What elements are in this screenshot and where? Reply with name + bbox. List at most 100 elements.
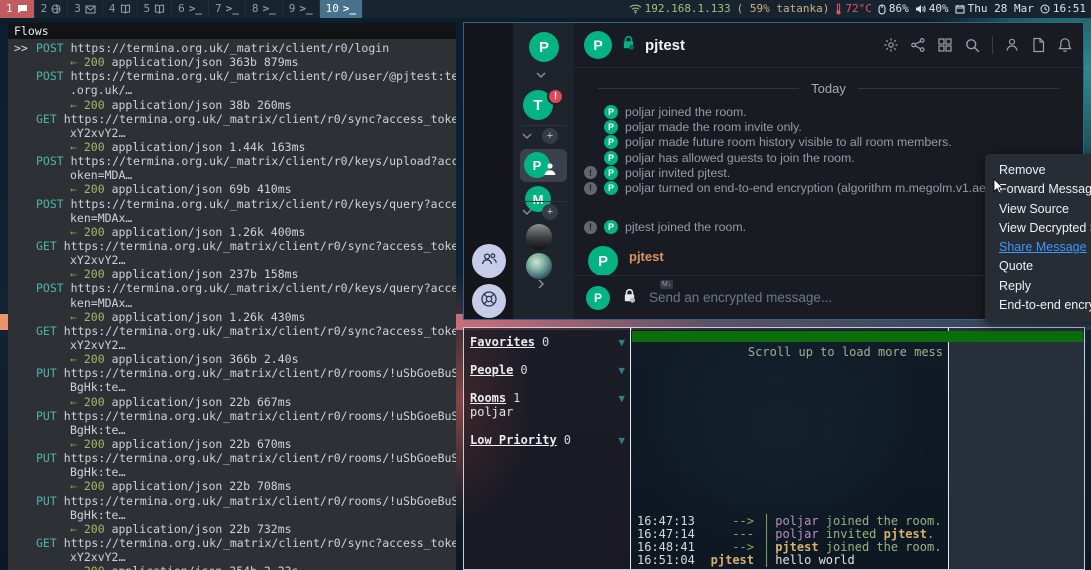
timeline-event[interactable]: Ppoljar made the room invite only.: [574, 119, 1083, 134]
response-status: 200: [84, 98, 105, 112]
event-avatar: P: [604, 120, 618, 134]
flow-row[interactable]: POST https://termina.org.uk/_matrix/clie…: [8, 197, 456, 211]
workspace-button-10[interactable]: 10>_: [320, 0, 364, 18]
chevron-down-icon[interactable]: [535, 71, 547, 79]
section-collapse-icon[interactable]: ▼: [618, 392, 625, 405]
apps-grid-icon[interactable]: [937, 37, 953, 53]
flow-row[interactable]: POST https://termina.org.uk/_matrix/clie…: [8, 281, 456, 295]
workspace-button-6[interactable]: 6>_: [172, 0, 209, 18]
speaker-icon: [915, 4, 926, 14]
room-section-header[interactable]: Rooms1▼: [470, 392, 625, 405]
menu-item-view-source[interactable]: View Source: [985, 200, 1091, 219]
chevron-right-icon[interactable]: [537, 278, 545, 290]
event-avatar: P: [604, 151, 618, 165]
flow-url: https://termina.org.uk/_matrix/client/r0…: [57, 536, 456, 550]
add-room-button[interactable]: +: [542, 128, 558, 144]
log-prefix: pjtest: [698, 554, 754, 567]
workspace-button-7[interactable]: 7>_: [209, 0, 246, 18]
chevron-down-icon[interactable]: [521, 132, 533, 140]
response-status: 200: [84, 310, 105, 324]
workspace-button-1[interactable]: 1: [0, 0, 35, 18]
section-collapse-icon[interactable]: ▼: [618, 336, 625, 349]
flow-row[interactable]: PUT https://termina.org.uk/_matrix/clien…: [8, 494, 456, 508]
room-header-avatar[interactable]: P: [584, 31, 612, 59]
room-section-header[interactable]: Low Priority0▼: [470, 434, 625, 447]
flow-row[interactable]: POST https://termina.org.uk/_matrix/clie…: [8, 69, 456, 83]
flow-response: ← 200 application/json 366b 2.40s: [8, 352, 456, 366]
status-segment: 72°C: [835, 0, 872, 18]
flow-url-continued: .org.uk/…: [8, 83, 456, 97]
menu-item-reply[interactable]: Reply: [985, 277, 1091, 296]
flow-method: POST: [36, 154, 64, 168]
flow-row[interactable]: PUT https://termina.org.uk/_matrix/clien…: [8, 366, 456, 380]
workspace-button-8[interactable]: 8>_: [246, 0, 283, 18]
workspace-button-3[interactable]: 3: [68, 0, 103, 18]
notifications-bell-icon[interactable]: [1057, 37, 1073, 53]
flow-url-continued: xY2xvY2…: [8, 126, 456, 140]
settings-gear-icon[interactable]: [883, 37, 899, 53]
sender-avatar[interactable]: P: [588, 246, 618, 275]
flow-row[interactable]: PUT https://termina.org.uk/_matrix/clien…: [8, 409, 456, 423]
flow-row[interactable]: PUT https://termina.org.uk/_matrix/clien…: [8, 451, 456, 465]
room-section-header[interactable]: Favorites0▼: [470, 336, 625, 349]
room-list-item[interactable]: poljar: [470, 406, 625, 419]
flow-row[interactable]: GET https://termina.org.uk/_matrix/clien…: [8, 324, 456, 338]
response-arrow-icon: ←: [70, 140, 84, 154]
wifi-icon: [629, 4, 642, 14]
timeline-event[interactable]: Ppoljar made future room history visible…: [574, 135, 1083, 150]
menu-item-view-decrypted-s[interactable]: View Decrypted S: [985, 219, 1091, 238]
composer-avatar: P: [586, 286, 610, 310]
status-text: 72°C: [845, 0, 872, 18]
status-segment: 86%: [878, 0, 909, 18]
flow-row[interactable]: GET https://termina.org.uk/_matrix/clien…: [8, 239, 456, 253]
room-avatar-tower-image[interactable]: [526, 224, 552, 250]
event-text: pjtest joined the room.: [625, 220, 746, 234]
response-status: 200: [84, 140, 105, 154]
workspace-button-4[interactable]: 4: [103, 0, 138, 18]
workspace-button-9[interactable]: 9>_: [283, 0, 320, 18]
share-icon[interactable]: [910, 37, 926, 53]
divider: [992, 36, 993, 54]
section-collapse-icon[interactable]: ▼: [618, 364, 625, 377]
workspace-number: 10: [326, 0, 339, 18]
room-tile-selected[interactable]: P: [520, 149, 567, 182]
menu-item-share-message[interactable]: Share Message: [985, 238, 1091, 257]
flow-row[interactable]: GET https://termina.org.uk/_matrix/clien…: [8, 536, 456, 550]
workspace-button-5[interactable]: 5: [138, 0, 173, 18]
flow-row[interactable]: >>POST https://termina.org.uk/_matrix/cl…: [8, 41, 456, 55]
section-collapse-icon[interactable]: ▼: [618, 434, 625, 447]
room-avatar-globe-image[interactable]: [526, 253, 552, 279]
message-input[interactable]: Send an encrypted message...: [649, 290, 1040, 305]
workspace-number: 1: [6, 0, 13, 18]
menu-item-quote[interactable]: Quote: [985, 257, 1091, 276]
markdown-badge: M↓: [660, 280, 673, 289]
flow-method: PUT: [36, 451, 57, 465]
user-avatar[interactable]: P: [529, 32, 559, 62]
files-icon[interactable]: [1031, 37, 1046, 53]
flow-method: POST: [36, 69, 64, 83]
chevron-down-icon[interactable]: [521, 208, 533, 216]
sender-name[interactable]: pjtest: [629, 246, 664, 275]
flow-response: ← 200 application/json 363b 879ms: [8, 55, 456, 69]
menu-item-end-to-end-encry[interactable]: End-to-end encry: [985, 296, 1091, 315]
flow-method: POST: [36, 281, 64, 295]
flow-url: https://termina.org.uk/_matrix/client/r0…: [57, 409, 456, 423]
timeline-event[interactable]: Ppoljar joined the room.: [574, 104, 1083, 119]
search-icon[interactable]: [964, 37, 981, 54]
response-detail: application/json 1.26k 400ms: [105, 225, 306, 239]
workspace-button-2[interactable]: 2: [35, 0, 69, 18]
members-button[interactable]: [472, 244, 506, 278]
flow-response: ← 200 application/json 1.26k 430ms: [8, 310, 456, 324]
explore-button[interactable]: [472, 284, 506, 318]
member-list-icon[interactable]: [1004, 37, 1020, 53]
status-segment: 40%: [915, 0, 949, 18]
encrypted-lock-icon: [620, 34, 637, 56]
flow-row[interactable]: GET https://termina.org.uk/_matrix/clien…: [8, 112, 456, 126]
flow-row[interactable]: POST https://termina.org.uk/_matrix/clie…: [8, 154, 456, 168]
room-name: pjtest: [645, 37, 685, 54]
buffer-sidebar: Favorites0▼ People0▼ Rooms1▼poljar Low Prio…: [464, 328, 631, 569]
status-segment: 16:51: [1040, 0, 1086, 18]
room-section-header[interactable]: People0▼: [470, 364, 625, 377]
add-room-button[interactable]: +: [542, 204, 558, 220]
log-message: hello world: [775, 554, 854, 567]
